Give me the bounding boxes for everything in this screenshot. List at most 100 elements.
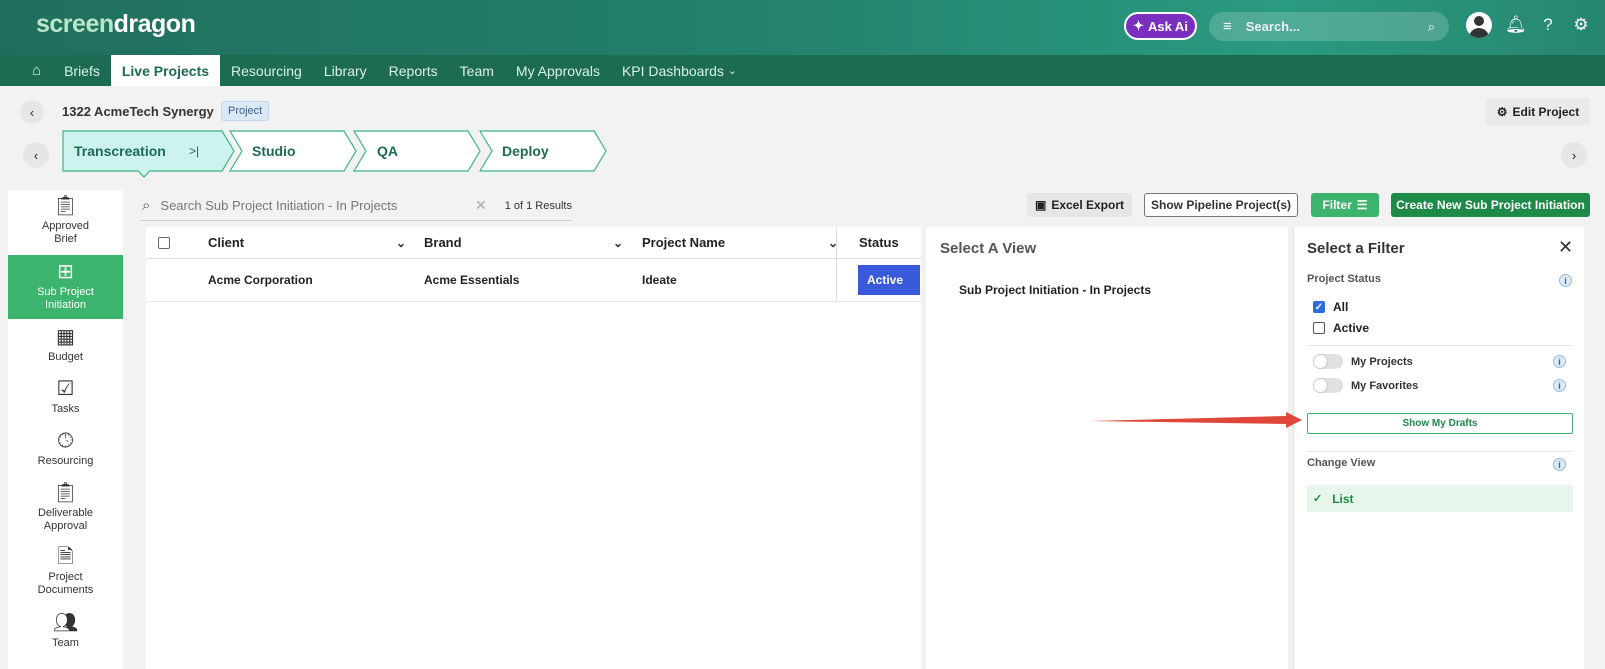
nav-live-projects[interactable]: Live Projects [110, 55, 221, 86]
status-option-label: Active [1333, 321, 1370, 335]
info-icon[interactable]: i [1553, 379, 1566, 392]
checkbox-checked[interactable]: ✓ [1313, 301, 1325, 313]
create-sub-project-button[interactable]: Create New Sub Project Initiation [1391, 193, 1590, 217]
results-count: 1 of 1 Results [504, 199, 572, 212]
stage-tab-deploy[interactable]: Deploy [478, 130, 607, 172]
stage-tab-qa[interactable]: QA [352, 130, 481, 172]
home-icon[interactable]: ⌂ [28, 55, 53, 86]
table-search[interactable]: ⌕ Search Sub Project Initiation - In Pro… [140, 191, 572, 221]
toggle-my-favorites[interactable]: My Favorites [1313, 378, 1418, 393]
show-pipeline-button[interactable]: Show Pipeline Project(s) [1144, 193, 1298, 217]
menu-icon[interactable]: ≡ [1223, 18, 1232, 35]
stage-label-deploy: Deploy [502, 143, 549, 159]
column-label: Brand [424, 235, 462, 250]
nav-kpi-dashboards[interactable]: KPI Dashboards ⌄ [611, 55, 748, 86]
table-row[interactable]: Acme Corporation Acme Essentials Ideate … [146, 259, 921, 302]
chevron-left-icon: ‹ [33, 147, 39, 163]
search-icon[interactable]: ⌕ [1428, 19, 1435, 35]
select-all-checkbox[interactable] [158, 227, 170, 258]
status-option-active[interactable]: Active [1313, 321, 1369, 335]
ask-ai-button[interactable]: ✦ Ask Ai [1124, 12, 1197, 40]
back-button[interactable]: ‹ [20, 100, 44, 124]
nav-team[interactable]: Team [449, 55, 505, 86]
edit-project-button[interactable]: ⚙ Edit Project [1486, 98, 1590, 125]
filter-panel: Select a Filter ✕ Project Status i ✓ All… [1293, 227, 1584, 669]
left-sidebar: 📋︎ Approved Brief ⊞ Sub Project Initiati… [8, 190, 123, 669]
column-brand[interactable]: Brand [424, 227, 462, 258]
info-icon[interactable]: i [1553, 458, 1566, 471]
sparkle-icon: ✦ [1133, 18, 1144, 33]
create-sub-project-label: Create New Sub Project Initiation [1396, 198, 1585, 212]
stage-next-button[interactable]: › [1561, 142, 1587, 168]
toggle-switch[interactable] [1313, 354, 1343, 369]
info-icon[interactable]: i [1553, 355, 1566, 368]
project-status-label: Project Status [1307, 273, 1381, 285]
column-divider [836, 227, 837, 302]
toggle-switch[interactable] [1313, 378, 1343, 393]
hierarchy-icon: ⊞ [57, 261, 74, 283]
sidebar-item-team[interactable]: 👥︎ Team [8, 610, 123, 652]
avatar[interactable] [1466, 12, 1492, 38]
close-icon[interactable]: ✕ [1558, 237, 1573, 258]
excel-icon: ▣ [1034, 198, 1047, 212]
document-checklist-icon: 📋︎ [52, 482, 79, 504]
sidebar-item-tasks[interactable]: ☑ Tasks [8, 376, 123, 418]
view-option-list[interactable]: ✓ List [1307, 485, 1573, 512]
info-icon[interactable]: i [1559, 274, 1572, 287]
filter-button[interactable]: Filter ☰ [1311, 193, 1379, 217]
column-status[interactable]: Status [859, 227, 899, 258]
chevron-down-icon[interactable]: ⌄ [613, 227, 623, 258]
sidebar-item-label: Deliverable Approval [37, 507, 94, 532]
excel-export-button[interactable]: ▣ Excel Export [1027, 193, 1132, 217]
sidebar-item-project-documents[interactable]: 🗎 Project Documents [8, 544, 123, 600]
sidebar-item-label: Project Documents [37, 571, 94, 596]
change-view-label: Change View [1307, 457, 1376, 469]
chevron-down-icon[interactable]: ⌄ [396, 227, 406, 258]
sidebar-item-sub-project-initiation[interactable]: ⊞ Sub Project Initiation [8, 255, 123, 319]
nav-my-approvals[interactable]: My Approvals [505, 55, 611, 86]
sidebar-item-label: Tasks [51, 402, 80, 415]
excel-export-label: Excel Export [1051, 198, 1125, 212]
global-search-placeholder: Search... [1245, 19, 1300, 34]
bell-icon[interactable]: 🔔︎ [1505, 15, 1527, 35]
stage-tab-transcreation[interactable]: Transcreation >| [62, 130, 235, 178]
stage-label-qa: QA [377, 143, 398, 159]
checkbox[interactable] [1313, 322, 1325, 334]
sidebar-item-budget[interactable]: ▦ Budget [8, 324, 123, 366]
clear-icon[interactable]: ✕ [475, 197, 487, 214]
show-my-drafts-button[interactable]: Show My Drafts [1307, 413, 1573, 434]
document-check-icon: 📋︎ [52, 195, 79, 217]
chevron-down-icon: ⌄ [727, 65, 738, 77]
help-icon[interactable]: ? [1538, 15, 1558, 35]
column-label: Project Name [642, 235, 726, 250]
sidebar-item-deliverable-approval[interactable]: 📋︎ Deliverable Approval [8, 480, 123, 536]
gear-icon[interactable]: ⚙ [1571, 15, 1591, 35]
logo-text-part2: dragon [113, 10, 196, 38]
divider [1307, 345, 1572, 346]
status-option-all[interactable]: ✓ All [1313, 300, 1348, 314]
nav-library[interactable]: Library [313, 55, 378, 86]
app-logo[interactable]: screendragon [36, 10, 196, 39]
nav-kpi-label: KPI Dashboards [621, 62, 724, 79]
sidebar-item-approved-brief[interactable]: 📋︎ Approved Brief [8, 190, 123, 252]
nav-resourcing[interactable]: Resourcing [220, 55, 313, 86]
view-option[interactable]: Sub Project Initiation - In Projects [959, 283, 1151, 297]
global-search[interactable]: ≡ Search... ⌕ [1209, 12, 1449, 41]
sidebar-item-label: Resourcing [37, 454, 94, 467]
sidebar-item-label: Budget [48, 350, 83, 363]
toggle-label: My Projects [1351, 355, 1413, 368]
top-bar: screendragon ✦ Ask Ai ≡ Search... ⌕ 🔔︎ ?… [0, 0, 1605, 55]
column-project-name[interactable]: Project Name [642, 227, 725, 258]
column-client[interactable]: Client [208, 227, 244, 258]
toggle-my-projects[interactable]: My Projects [1313, 354, 1413, 369]
stage-prev-button[interactable]: ‹ [23, 142, 49, 168]
cell-project-name[interactable]: Ideate [642, 259, 677, 301]
sidebar-item-resourcing[interactable]: 🕓︎ Resourcing [8, 428, 123, 470]
collapse-icon[interactable]: >| [189, 144, 199, 158]
stage-label-studio: Studio [252, 143, 296, 159]
view-panel: Select A View Sub Project Initiation - I… [926, 227, 1288, 669]
stage-tab-studio[interactable]: Studio [228, 130, 357, 172]
nav-reports[interactable]: Reports [378, 55, 449, 86]
cell-brand: Acme Essentials [424, 273, 520, 287]
nav-briefs[interactable]: Briefs [53, 55, 111, 86]
